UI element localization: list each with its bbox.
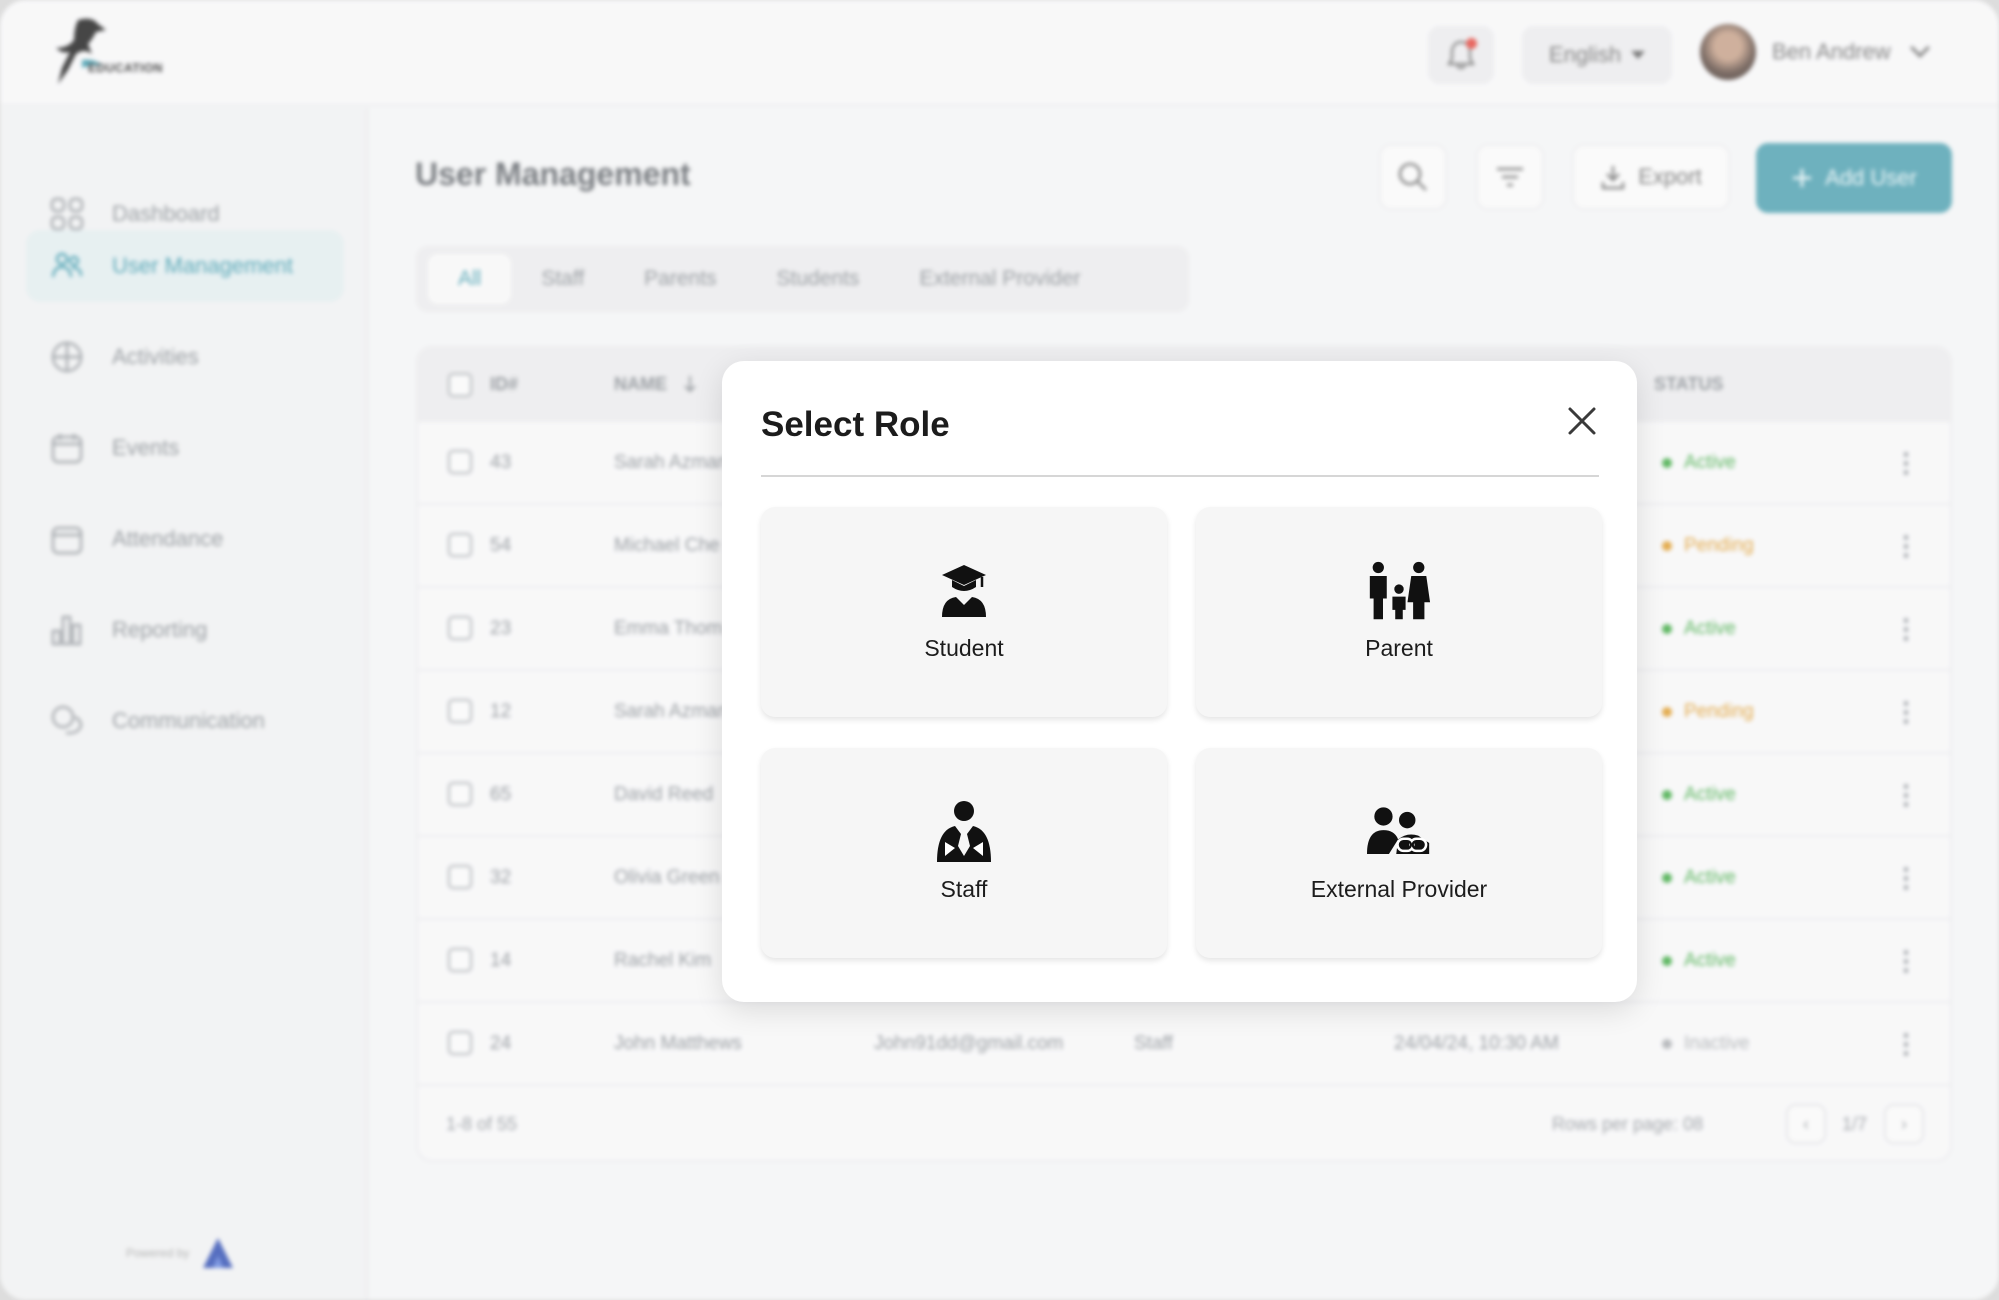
external-provider-icon [1367,800,1431,864]
modal-divider [761,475,1599,477]
role-label: Student [924,635,1004,661]
role-card-external-provider[interactable]: External Provider [1196,748,1602,958]
graduate-icon [932,559,996,623]
select-role-modal: Select Role Student Parent Staff Externa… [722,361,1637,1002]
close-icon[interactable] [1564,403,1600,439]
role-card-parent[interactable]: Parent [1196,507,1602,717]
role-label: External Provider [1310,876,1488,902]
staff-icon [932,800,996,864]
modal-title: Select Role [761,405,950,444]
family-icon [1367,559,1431,623]
role-label: Staff [940,876,988,902]
role-card-staff[interactable]: Staff [761,748,1167,958]
role-label: Parent [1365,635,1433,661]
role-card-student[interactable]: Student [761,507,1167,717]
